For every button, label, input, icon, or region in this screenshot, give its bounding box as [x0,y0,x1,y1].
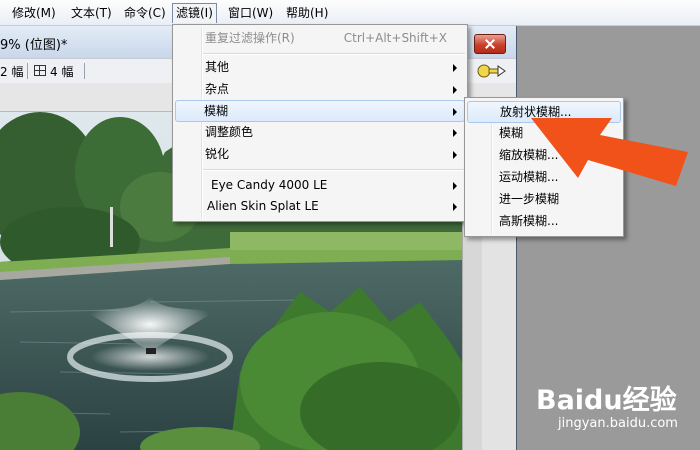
watermark-logo: Baidu经验 [536,385,677,416]
watermark-url: jingyan.baidu.com [558,416,678,431]
baidu-watermark: Baidu经验 jingyan.baidu.com [536,378,700,450]
